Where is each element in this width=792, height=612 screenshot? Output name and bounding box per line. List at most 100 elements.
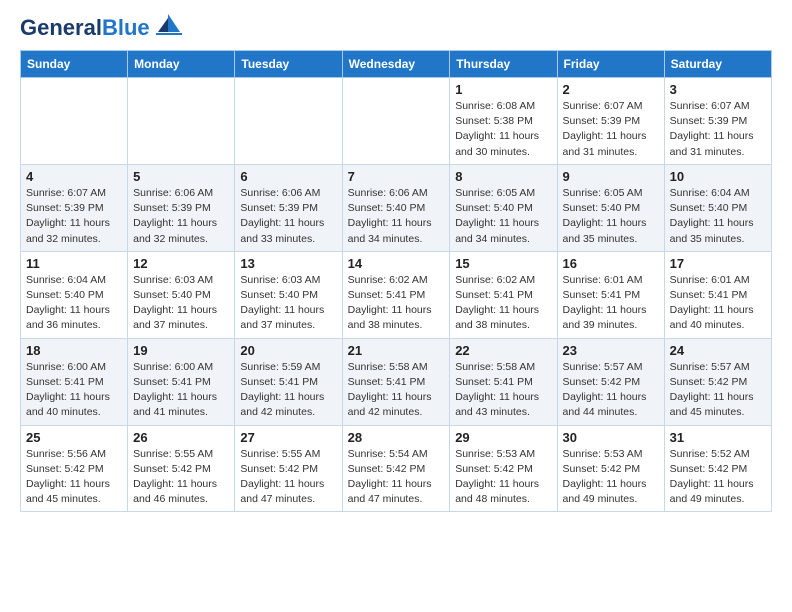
day-number: 2 [563, 82, 659, 97]
day-info: Sunrise: 6:08 AMSunset: 5:38 PMDaylight:… [455, 99, 551, 160]
calendar-cell: 5 Sunrise: 6:06 AMSunset: 5:39 PMDaylight… [128, 164, 235, 251]
day-number: 26 [133, 430, 229, 445]
calendar-cell: 14 Sunrise: 6:02 AMSunset: 5:41 PMDayligh… [342, 251, 450, 338]
day-number: 19 [133, 343, 229, 358]
calendar-cell: 7Sunrise: 6:06 AMSunset: 5:40 PMDaylight… [342, 164, 450, 251]
calendar-cell: 6Sunrise: 6:06 AMSunset: 5:39 PMDaylight… [235, 164, 342, 251]
day-info: Sunrise: 5:57 AMSunset: 5:42 PMDaylight:… [563, 360, 659, 421]
day-number: 1 [455, 82, 551, 97]
day-info: Sunrise: 5:55 AMSunset: 5:42 PMDaylight:… [240, 447, 336, 508]
day-number: 14 [348, 256, 445, 271]
calendar-week-row: 18 Sunrise: 6:00 AMSunset: 5:41 PMDayligh… [21, 338, 772, 425]
calendar-cell: 21Sunrise: 5:58 AMSunset: 5:41 PMDayligh… [342, 338, 450, 425]
day-info: Sunrise: 5:53 AMSunset: 5:42 PMDaylight:… [455, 447, 551, 508]
day-info: Sunrise: 5:53 AMSunset: 5:42 PMDaylight:… [563, 447, 659, 508]
day-info: Sunrise: 5:57 AMSunset: 5:42 PMDaylight:… [670, 360, 766, 421]
col-header-tuesday: Tuesday [235, 51, 342, 78]
day-number: 17 [670, 256, 766, 271]
day-info: Sunrise: 6:07 AMSunset: 5:39 PMDaylight:… [563, 99, 659, 160]
day-info: Sunrise: 6:03 AMSunset: 5:40 PMDaylight:… [133, 273, 229, 334]
header: GeneralBlue [20, 16, 772, 40]
day-info: Sunrise: 5:52 AMSunset: 5:42 PMDaylight:… [670, 447, 766, 508]
calendar-cell: 9Sunrise: 6:05 AMSunset: 5:40 PMDaylight… [557, 164, 664, 251]
day-info: Sunrise: 5:58 AMSunset: 5:41 PMDaylight:… [348, 360, 445, 421]
day-info: Sunrise: 6:02 AMSunset: 5:41 PMDaylight:… [348, 273, 445, 334]
calendar-cell: 31 Sunrise: 5:52 AMSunset: 5:42 PMDayligh… [664, 425, 771, 512]
calendar-cell: 30Sunrise: 5:53 AMSunset: 5:42 PMDayligh… [557, 425, 664, 512]
day-number: 24 [670, 343, 766, 358]
calendar-cell: 1 Sunrise: 6:08 AMSunset: 5:38 PMDaylight… [450, 78, 557, 165]
calendar-cell: 29 Sunrise: 5:53 AMSunset: 5:42 PMDayligh… [450, 425, 557, 512]
day-number: 28 [348, 430, 445, 445]
day-info: Sunrise: 6:03 AMSunset: 5:40 PMDaylight:… [240, 273, 336, 334]
day-number: 27 [240, 430, 336, 445]
calendar-cell: 15Sunrise: 6:02 AMSunset: 5:41 PMDayligh… [450, 251, 557, 338]
calendar-table: SundayMondayTuesdayWednesdayThursdayFrid… [20, 50, 772, 512]
calendar-cell [342, 78, 450, 165]
day-number: 23 [563, 343, 659, 358]
day-info: Sunrise: 6:01 AMSunset: 5:41 PMDaylight:… [670, 273, 766, 334]
day-number: 20 [240, 343, 336, 358]
day-info: Sunrise: 6:07 AMSunset: 5:39 PMDaylight:… [670, 99, 766, 160]
day-info: Sunrise: 6:04 AMSunset: 5:40 PMDaylight:… [26, 273, 122, 334]
day-number: 8 [455, 169, 551, 184]
logo: GeneralBlue [20, 16, 184, 40]
day-number: 22 [455, 343, 551, 358]
calendar-week-row: 11 Sunrise: 6:04 AMSunset: 5:40 PMDayligh… [21, 251, 772, 338]
calendar-cell: 16 Sunrise: 6:01 AMSunset: 5:41 PMDayligh… [557, 251, 664, 338]
calendar-cell: 3 Sunrise: 6:07 AMSunset: 5:39 PMDaylight… [664, 78, 771, 165]
calendar-week-row: 25 Sunrise: 5:56 AMSunset: 5:42 PMDayligh… [21, 425, 772, 512]
col-header-friday: Friday [557, 51, 664, 78]
calendar-cell: 2 Sunrise: 6:07 AMSunset: 5:39 PMDaylight… [557, 78, 664, 165]
page: GeneralBlue SundayMondayTuesdayWednesday… [0, 0, 792, 528]
calendar-cell: 11 Sunrise: 6:04 AMSunset: 5:40 PMDayligh… [21, 251, 128, 338]
day-number: 31 [670, 430, 766, 445]
col-header-wednesday: Wednesday [342, 51, 450, 78]
day-number: 29 [455, 430, 551, 445]
day-number: 11 [26, 256, 122, 271]
calendar-header-row: SundayMondayTuesdayWednesdayThursdayFrid… [21, 51, 772, 78]
calendar-cell [128, 78, 235, 165]
logo-icon [152, 12, 184, 40]
calendar-cell [235, 78, 342, 165]
calendar-cell: 19 Sunrise: 6:00 AMSunset: 5:41 PMDayligh… [128, 338, 235, 425]
col-header-saturday: Saturday [664, 51, 771, 78]
day-info: Sunrise: 6:01 AMSunset: 5:41 PMDaylight:… [563, 273, 659, 334]
day-number: 18 [26, 343, 122, 358]
calendar-week-row: 1 Sunrise: 6:08 AMSunset: 5:38 PMDaylight… [21, 78, 772, 165]
day-number: 13 [240, 256, 336, 271]
calendar-cell: 25 Sunrise: 5:56 AMSunset: 5:42 PMDayligh… [21, 425, 128, 512]
calendar-cell: 12Sunrise: 6:03 AMSunset: 5:40 PMDayligh… [128, 251, 235, 338]
day-number: 5 [133, 169, 229, 184]
day-number: 25 [26, 430, 122, 445]
calendar-cell: 23 Sunrise: 5:57 AMSunset: 5:42 PMDayligh… [557, 338, 664, 425]
day-info: Sunrise: 5:58 AMSunset: 5:41 PMDaylight:… [455, 360, 551, 421]
day-info: Sunrise: 6:00 AMSunset: 5:41 PMDaylight:… [133, 360, 229, 421]
logo-text: GeneralBlue [20, 17, 150, 39]
calendar-cell: 8 Sunrise: 6:05 AMSunset: 5:40 PMDaylight… [450, 164, 557, 251]
day-info: Sunrise: 6:05 AMSunset: 5:40 PMDaylight:… [563, 186, 659, 247]
day-info: Sunrise: 5:56 AMSunset: 5:42 PMDaylight:… [26, 447, 122, 508]
day-info: Sunrise: 5:54 AMSunset: 5:42 PMDaylight:… [348, 447, 445, 508]
calendar-cell: 27 Sunrise: 5:55 AMSunset: 5:42 PMDayligh… [235, 425, 342, 512]
calendar-cell: 28 Sunrise: 5:54 AMSunset: 5:42 PMDayligh… [342, 425, 450, 512]
calendar-cell: 22 Sunrise: 5:58 AMSunset: 5:41 PMDayligh… [450, 338, 557, 425]
calendar-cell: 20Sunrise: 5:59 AMSunset: 5:41 PMDayligh… [235, 338, 342, 425]
calendar-cell: 10Sunrise: 6:04 AMSunset: 5:40 PMDayligh… [664, 164, 771, 251]
day-number: 4 [26, 169, 122, 184]
col-header-monday: Monday [128, 51, 235, 78]
calendar-week-row: 4 Sunrise: 6:07 AMSunset: 5:39 PMDaylight… [21, 164, 772, 251]
calendar-cell: 17 Sunrise: 6:01 AMSunset: 5:41 PMDayligh… [664, 251, 771, 338]
calendar-cell: 24 Sunrise: 5:57 AMSunset: 5:42 PMDayligh… [664, 338, 771, 425]
day-info: Sunrise: 6:06 AMSunset: 5:39 PMDaylight:… [133, 186, 229, 247]
day-number: 16 [563, 256, 659, 271]
day-number: 10 [670, 169, 766, 184]
col-header-sunday: Sunday [21, 51, 128, 78]
calendar-cell: 4 Sunrise: 6:07 AMSunset: 5:39 PMDaylight… [21, 164, 128, 251]
calendar-cell: 26Sunrise: 5:55 AMSunset: 5:42 PMDayligh… [128, 425, 235, 512]
day-info: Sunrise: 6:05 AMSunset: 5:40 PMDaylight:… [455, 186, 551, 247]
day-info: Sunrise: 6:07 AMSunset: 5:39 PMDaylight:… [26, 186, 122, 247]
day-number: 7 [348, 169, 445, 184]
day-number: 3 [670, 82, 766, 97]
calendar-cell: 13 Sunrise: 6:03 AMSunset: 5:40 PMDayligh… [235, 251, 342, 338]
